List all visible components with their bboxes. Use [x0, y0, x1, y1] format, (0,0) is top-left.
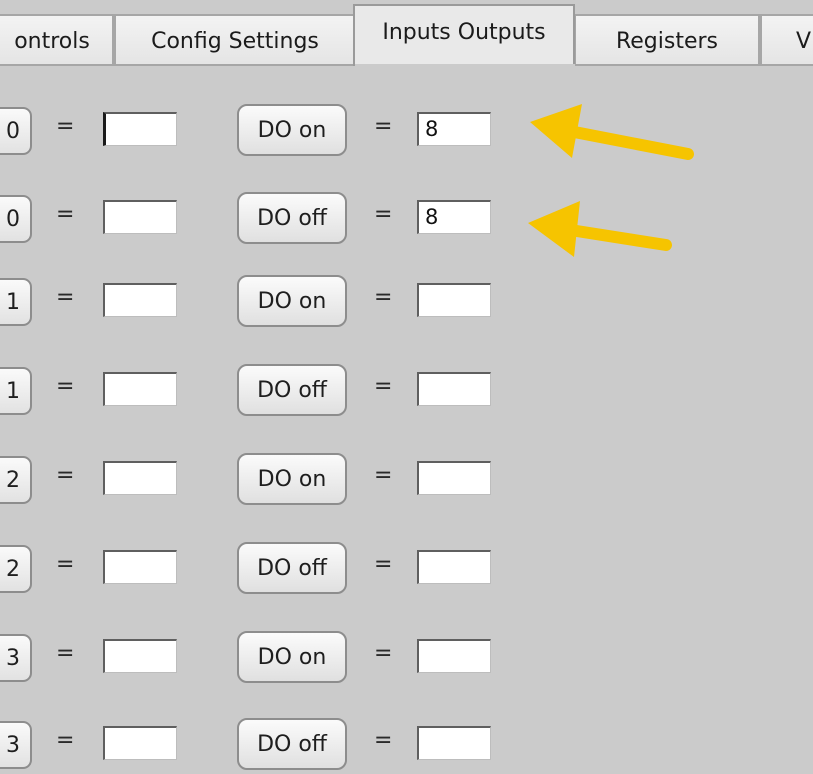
equals-label: =	[56, 552, 75, 577]
index-label: 0	[6, 206, 20, 232]
equals-label: =	[56, 463, 75, 488]
index-button[interactable]: 3	[0, 721, 32, 769]
io-row: 2 = DO off =	[0, 538, 813, 598]
output-field[interactable]	[417, 639, 491, 673]
input-field[interactable]	[103, 372, 177, 406]
input-field[interactable]	[103, 550, 177, 584]
button-label: DO off	[257, 555, 327, 581]
io-row: 1 = DO off =	[0, 360, 813, 420]
index-button[interactable]: 0	[0, 107, 32, 155]
tab-registers[interactable]: Registers	[574, 14, 760, 66]
output-field[interactable]	[417, 461, 491, 495]
input-field[interactable]	[103, 726, 177, 760]
do-on-button[interactable]: DO on	[237, 453, 347, 505]
index-button[interactable]: 0	[0, 195, 32, 243]
tab-v[interactable]: V	[760, 14, 813, 66]
index-button[interactable]: 2	[0, 456, 32, 504]
button-label: DO on	[257, 644, 327, 670]
index-label: 2	[6, 556, 20, 582]
arrow-icon	[530, 104, 694, 160]
arrow-icon	[528, 201, 672, 257]
equals-label: =	[374, 728, 393, 753]
tab-config-settings[interactable]: Config Settings	[114, 14, 356, 66]
equals-label: =	[374, 374, 393, 399]
index-label: 1	[6, 289, 20, 315]
input-field[interactable]	[103, 283, 177, 317]
index-label: 2	[6, 467, 20, 493]
equals-label: =	[374, 463, 393, 488]
tab-label: V	[796, 28, 812, 54]
do-off-button[interactable]: DO off	[237, 718, 347, 770]
output-field[interactable]	[417, 283, 491, 317]
active-tab-gap	[355, 64, 575, 66]
index-button[interactable]: 2	[0, 545, 32, 593]
index-label: 0	[6, 118, 20, 144]
io-row: 0 = DO off = 8	[0, 188, 813, 248]
tab-label: Config Settings	[151, 28, 319, 54]
equals-label: =	[374, 552, 393, 577]
do-on-button[interactable]: DO on	[237, 275, 347, 327]
equals-label: =	[374, 114, 393, 139]
io-row: 2 = DO on =	[0, 449, 813, 509]
tab-label: Registers	[615, 28, 719, 54]
equals-label: =	[56, 641, 75, 666]
do-off-button[interactable]: DO off	[237, 192, 347, 244]
button-label: DO off	[257, 731, 327, 757]
do-off-button[interactable]: DO off	[237, 542, 347, 594]
button-label: DO off	[257, 205, 327, 231]
equals-label: =	[56, 374, 75, 399]
output-field[interactable]	[417, 726, 491, 760]
index-label: 1	[6, 378, 20, 404]
index-button[interactable]: 1	[0, 278, 32, 326]
button-label: DO on	[257, 117, 327, 143]
output-field[interactable]: 8	[417, 112, 491, 146]
index-label: 3	[6, 645, 20, 671]
button-label: DO on	[257, 466, 327, 492]
index-label: 3	[6, 732, 20, 758]
index-button[interactable]: 1	[0, 367, 32, 415]
io-row: 3 = DO off =	[0, 714, 813, 774]
equals-label: =	[374, 202, 393, 227]
input-field[interactable]	[103, 639, 177, 673]
input-field[interactable]	[103, 112, 177, 146]
do-on-button[interactable]: DO on	[237, 104, 347, 156]
input-field[interactable]	[103, 200, 177, 234]
tab-label: Inputs Outputs	[382, 20, 546, 45]
tab-controls[interactable]: ontrols	[0, 14, 114, 66]
do-on-button[interactable]: DO on	[237, 631, 347, 683]
button-label: DO on	[257, 288, 327, 314]
equals-label: =	[56, 285, 75, 310]
io-row: 1 = DO on =	[0, 271, 813, 331]
tab-label: ontrols	[14, 28, 90, 54]
output-field[interactable]	[417, 372, 491, 406]
output-field[interactable]: 8	[417, 200, 491, 234]
output-field[interactable]	[417, 550, 491, 584]
input-field[interactable]	[103, 461, 177, 495]
equals-label: =	[374, 641, 393, 666]
equals-label: =	[56, 202, 75, 227]
io-row: 3 = DO on =	[0, 627, 813, 687]
tab-strip: ontrols Config Settings Inputs Outputs R…	[0, 0, 813, 66]
tab-inputs-outputs[interactable]: Inputs Outputs	[353, 4, 575, 66]
button-label: DO off	[257, 377, 327, 403]
equals-label: =	[374, 285, 393, 310]
do-off-button[interactable]: DO off	[237, 364, 347, 416]
index-button[interactable]: 3	[0, 634, 32, 682]
equals-label: =	[56, 114, 75, 139]
equals-label: =	[56, 728, 75, 753]
